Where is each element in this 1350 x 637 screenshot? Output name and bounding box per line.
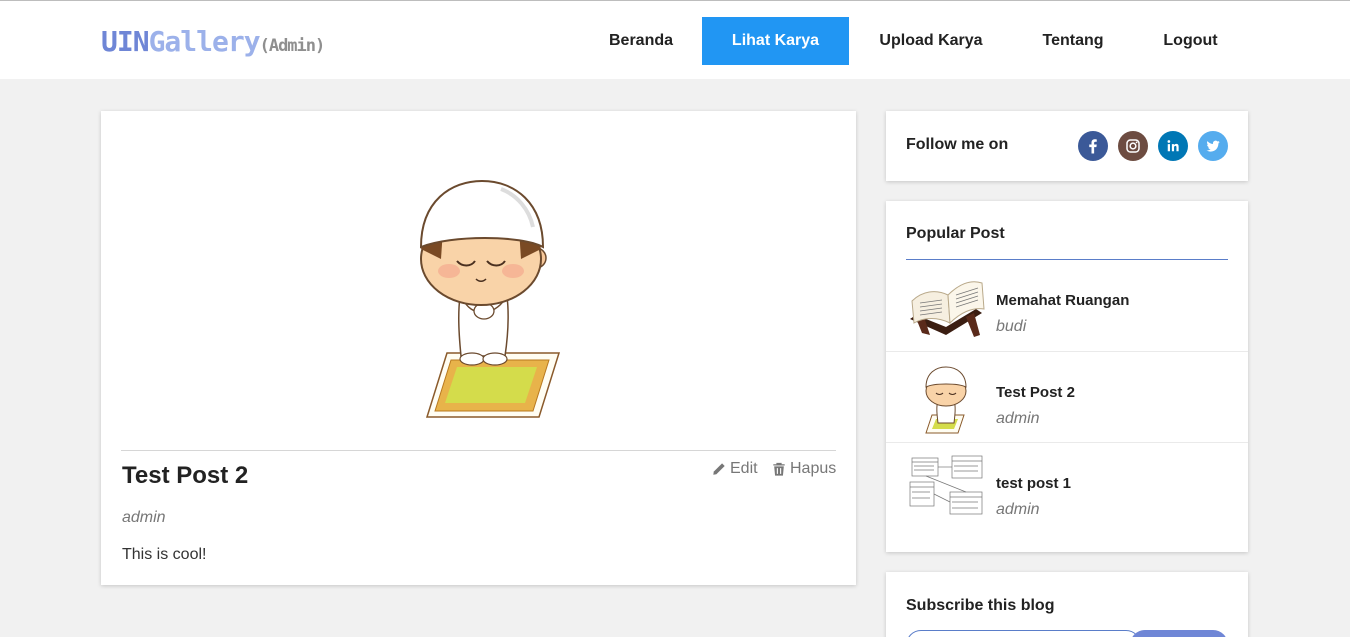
brand-admin: (Admin) xyxy=(259,36,326,56)
facebook-icon[interactable] xyxy=(1078,131,1108,161)
twitter-icon[interactable] xyxy=(1198,131,1228,161)
edit-label: Edit xyxy=(730,460,758,477)
instagram-icon[interactable] xyxy=(1118,131,1148,161)
brand-logo[interactable]: UINGallery(Admin) xyxy=(101,25,326,58)
trash-icon xyxy=(773,462,785,476)
brand-gallery: Gallery xyxy=(148,25,261,58)
follow-card: Follow me on xyxy=(886,111,1248,181)
open-book-thumbnail xyxy=(906,273,986,339)
popular-post-title: test post 1 xyxy=(996,475,1072,492)
top-navbar: UINGallery(Admin) Beranda Lihat Karya Up… xyxy=(0,0,1350,79)
popular-post-author: budi xyxy=(996,318,1027,335)
pencil-icon xyxy=(713,463,725,475)
praying-boy-thumbnail xyxy=(906,365,986,434)
subscribe-title: Subscribe this blog xyxy=(906,597,1055,614)
subscribe-card: Subscribe this blog xyxy=(886,572,1248,637)
popular-post-item[interactable]: test post 1 admin xyxy=(886,442,1248,533)
popular-post-item[interactable]: Test Post 2 admin xyxy=(886,351,1248,442)
popular-post-author: admin xyxy=(996,410,1040,427)
popular-post-title: Memahat Ruangan xyxy=(996,292,1130,309)
brand-uin: UIN xyxy=(101,25,150,58)
popular-post-author: admin xyxy=(996,501,1040,518)
edit-button[interactable]: Edit xyxy=(712,460,758,478)
popular-posts-title: Popular Post xyxy=(906,225,1005,242)
delete-label: Hapus xyxy=(790,460,837,477)
post-divider xyxy=(121,450,836,451)
post-image xyxy=(121,131,836,451)
subscribe-button[interactable] xyxy=(1130,630,1228,637)
nav-upload-karya[interactable]: Upload Karya xyxy=(849,17,1013,65)
nav-beranda[interactable]: Beranda xyxy=(580,17,702,65)
popular-post-title: Test Post 2 xyxy=(996,384,1075,401)
nav-logout[interactable]: Logout xyxy=(1133,17,1248,65)
post-author: admin xyxy=(122,509,166,526)
subscribe-email-input[interactable] xyxy=(906,630,1141,637)
diagram-thumbnail xyxy=(906,454,986,522)
popular-posts-card: Popular Post Memahat Ruangan budi Test P… xyxy=(886,201,1248,552)
nav-lihat-karya[interactable]: Lihat Karya xyxy=(702,17,849,65)
post-title: Test Post 2 xyxy=(122,462,249,489)
popular-post-item[interactable]: Memahat Ruangan budi xyxy=(886,260,1248,351)
post-card: Test Post 2 Edit Hapus admin This is coo… xyxy=(101,111,856,585)
linkedin-icon[interactable] xyxy=(1158,131,1188,161)
follow-label: Follow me on xyxy=(906,136,1009,153)
post-body: This is cool! xyxy=(122,546,207,563)
delete-button[interactable]: Hapus xyxy=(772,460,836,478)
nav-tentang[interactable]: Tentang xyxy=(1013,17,1133,65)
